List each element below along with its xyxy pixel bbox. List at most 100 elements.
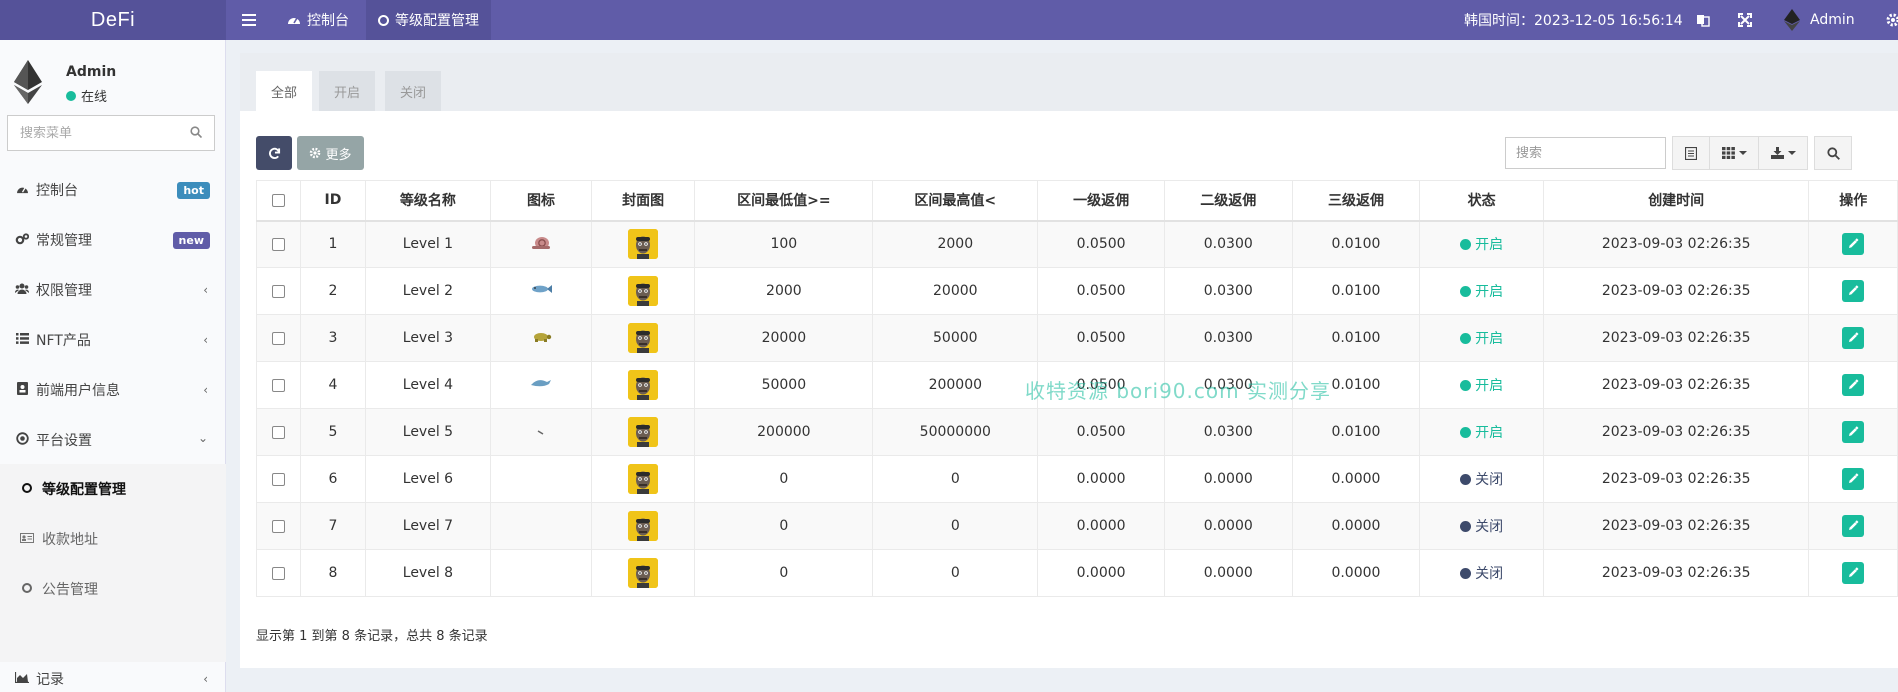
column-header-created[interactable]: 创建时间 [1542,180,1810,222]
cover-image[interactable] [628,323,659,353]
snail-icon[interactable] [530,233,552,255]
sidebar-item-permissions[interactable]: 权限管理 ‹ [0,265,226,315]
sidebar-item-records[interactable]: 记录 ‹ [0,666,226,692]
status-badge[interactable]: 关闭 [1460,516,1503,536]
sidebar-item-platform-settings[interactable]: 平台设置 ⌄ [0,415,226,465]
dolphin-icon[interactable] [530,377,552,393]
column-header-rebate3[interactable]: 三级返佣 [1291,180,1421,222]
table-row: 2 Level 2 2000 20000 0.0500 0.0300 0.0100 开启 202… [255,267,1898,315]
sidebar-item-frontend-users[interactable]: 前端用户信息 ‹ [0,365,226,415]
toggle-view-button[interactable] [1672,136,1710,170]
user-menu[interactable]: Admin [1784,0,1855,40]
sidebar-search-input[interactable] [20,125,180,141]
sidebar-sub-payment-address[interactable]: 收款地址 [0,514,226,564]
row-checkbox[interactable] [272,331,286,345]
status-badge[interactable]: 开启 [1460,422,1503,442]
list-icon [14,333,30,347]
row-checkbox[interactable] [272,378,286,392]
sidebar-item-dashboard[interactable]: 控制台 hot [0,165,226,215]
column-header-cover[interactable]: 封面图 [590,180,696,222]
sidebar-user-name: Admin [66,64,117,80]
sidebar-item-nft[interactable]: NFT产品 ‹ [0,315,226,365]
edit-button[interactable] [1842,374,1865,396]
column-header-max[interactable]: 区间最高值< [872,180,1039,222]
status-badge[interactable]: 开启 [1460,375,1503,395]
column-header-icon[interactable]: 图标 [490,180,592,222]
settings-gear-icon[interactable] [1886,0,1898,40]
translate-icon[interactable] [1696,0,1710,40]
top-tab-dashboard[interactable]: 控制台 [275,0,361,40]
select-all-checkbox[interactable] [272,193,286,207]
table-search-input[interactable] [1505,137,1666,169]
row-checkbox[interactable] [272,472,286,486]
sidebar-item-label: 权限管理 [36,283,92,299]
pencil-icon [1847,379,1859,391]
fish-icon[interactable] [530,283,553,299]
fullscreen-icon[interactable] [1738,0,1752,40]
status-badge[interactable]: 开启 [1460,234,1503,254]
row-checkbox[interactable] [272,237,286,251]
cell-min: 0 [694,502,874,550]
cover-image[interactable] [628,370,659,400]
edit-button[interactable] [1842,280,1865,302]
search-button[interactable] [1814,136,1852,170]
status-badge[interactable]: 开启 [1460,281,1503,301]
edit-button[interactable] [1842,233,1865,256]
cover-image[interactable] [628,464,659,494]
sidebar-sub-announcements[interactable]: 公告管理 [0,564,226,614]
sidebar-item-label: 常规管理 [36,233,92,249]
export-button[interactable] [1758,136,1808,170]
row-checkbox[interactable] [272,566,286,580]
refresh-button[interactable] [256,136,292,170]
cover-image[interactable] [628,558,659,588]
row-select-cell [255,314,302,362]
tiny-icon[interactable] [537,424,545,440]
brand-logo[interactable]: DeFi [0,0,226,40]
column-header-id[interactable]: ID [300,180,366,222]
top-tab-level-config[interactable]: 等级配置管理 [366,0,491,40]
status-badge[interactable]: 关闭 [1460,469,1503,489]
hot-badge: hot [177,182,210,199]
column-header-rebate1[interactable]: 一级返佣 [1037,180,1165,222]
row-checkbox[interactable] [272,519,286,533]
cell-name: Level 7 [364,502,492,550]
column-header-status[interactable]: 状态 [1419,180,1544,222]
status-badge[interactable]: 关闭 [1460,563,1503,583]
column-header-min[interactable]: 区间最低值>= [694,180,874,222]
search-icon[interactable] [190,126,203,142]
sidebar-item-label: 平台设置 [36,433,92,449]
columns-button[interactable] [1709,136,1759,170]
edit-button[interactable] [1842,421,1865,443]
cover-image[interactable] [628,229,659,260]
edit-button[interactable] [1842,327,1865,349]
tab-enabled[interactable]: 开启 [319,71,376,111]
tab-all[interactable]: 全部 [256,71,313,111]
cell-id: 4 [300,361,366,409]
edit-button[interactable] [1842,515,1865,537]
turtle-icon[interactable] [530,330,552,346]
caret-down-icon [1738,151,1747,155]
cell-min: 200000 [694,408,874,456]
edit-button[interactable] [1842,562,1865,584]
content-panel: 全部 开启 关闭 更多 ID 等级名称 图标 [240,53,1898,668]
cover-image[interactable] [628,417,659,447]
status-dot-icon [1460,473,1472,485]
cover-image[interactable] [628,276,659,306]
row-select-cell [255,502,302,550]
sidebar-item-general[interactable]: 常规管理 new [0,215,226,265]
tab-disabled[interactable]: 关闭 [385,71,442,111]
status-dot-icon [1460,332,1472,344]
status-badge[interactable]: 开启 [1460,328,1503,348]
column-header-rebate2[interactable]: 二级返佣 [1163,180,1293,222]
sidebar-sub-level-config[interactable]: 等级配置管理 [0,464,226,514]
cell-status: 开启 [1419,220,1544,268]
pencil-icon [1847,238,1859,250]
edit-button[interactable] [1842,468,1865,490]
table-row: 1 Level 1 100 2000 0.0500 0.0300 0.0100 开启 2023-… [255,220,1898,268]
column-header-name[interactable]: 等级名称 [364,180,492,222]
row-checkbox[interactable] [272,425,286,439]
row-checkbox[interactable] [272,284,286,298]
cover-image[interactable] [628,511,659,541]
menu-toggle-icon[interactable] [240,0,258,40]
more-button[interactable]: 更多 [297,136,364,170]
